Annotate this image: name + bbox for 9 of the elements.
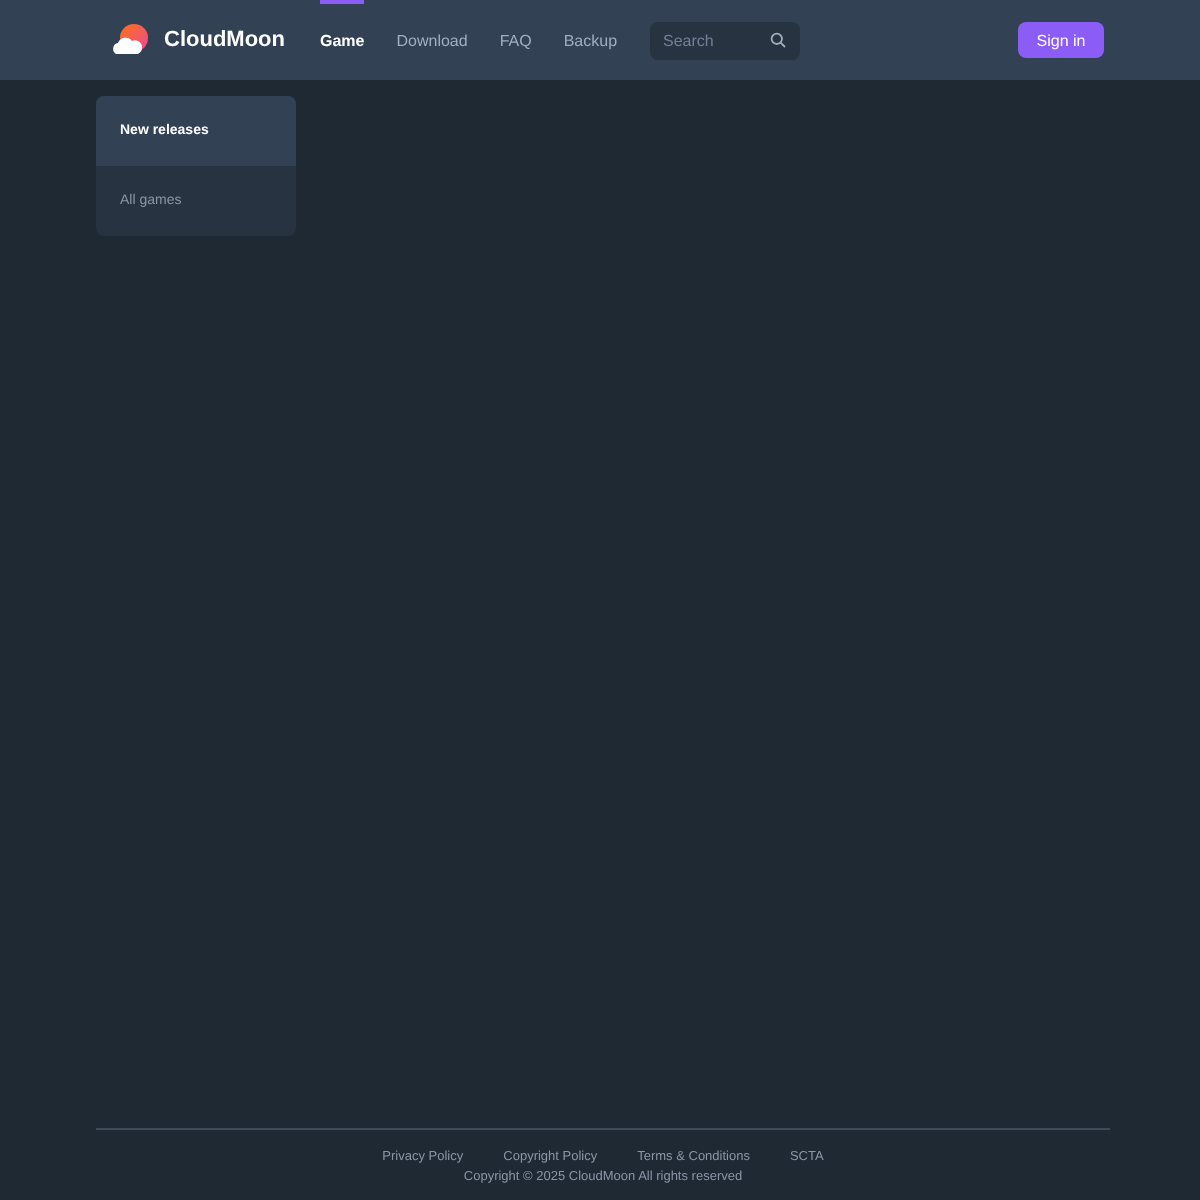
brand-name[interactable]: CloudMoon bbox=[164, 28, 285, 52]
cloud-moon-logo-icon bbox=[112, 24, 152, 56]
search-icon bbox=[769, 32, 786, 48]
nav-tab[interactable]: Game bbox=[320, 0, 365, 80]
sign-in-button[interactable]: Sign in bbox=[1018, 22, 1104, 58]
nav-tab[interactable]: FAQ bbox=[499, 0, 532, 80]
nav-tab[interactable]: Download bbox=[396, 0, 468, 80]
search-field[interactable]: Search bbox=[649, 21, 800, 59]
nav-tab[interactable]: Backup bbox=[563, 0, 618, 80]
